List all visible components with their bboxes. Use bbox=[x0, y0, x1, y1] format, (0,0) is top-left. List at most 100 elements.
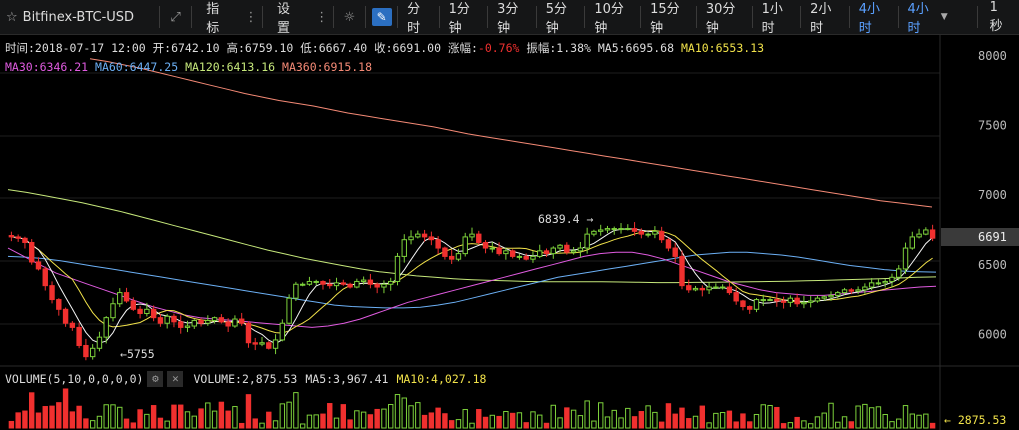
symbol-selector[interactable]: ☆ Bitfinex-BTC-USD bbox=[0, 0, 157, 34]
candle-body bbox=[29, 241, 35, 263]
more-icon[interactable]: ⋮ bbox=[242, 0, 260, 34]
toolbar-separator bbox=[751, 6, 753, 28]
candle-body bbox=[178, 321, 184, 328]
candle-body bbox=[747, 306, 753, 310]
candle-body bbox=[286, 297, 292, 324]
volume-bar bbox=[496, 415, 502, 429]
interval-tab[interactable]: 3分钟 bbox=[490, 0, 534, 36]
interval-tab[interactable]: 5分钟 bbox=[539, 0, 583, 36]
candle-body bbox=[875, 282, 882, 285]
interval-tab[interactable]: 分时 bbox=[400, 0, 437, 36]
candle-body bbox=[577, 247, 584, 252]
indicators-button[interactable]: 指标 bbox=[194, 0, 242, 36]
interval-tab[interactable]: 30分钟 bbox=[699, 0, 750, 36]
candle-body bbox=[205, 319, 211, 324]
candle-body bbox=[543, 250, 550, 255]
candle-body bbox=[381, 283, 387, 288]
close-icon[interactable]: ✕ bbox=[167, 371, 184, 387]
candle-body bbox=[923, 229, 929, 235]
interval-dropdown[interactable]: 4小时 ▼ bbox=[900, 0, 954, 36]
interval-tab[interactable]: 10分钟 bbox=[587, 0, 638, 36]
candle-body bbox=[611, 228, 617, 231]
candle-body bbox=[360, 279, 367, 282]
fullscreen-icon[interactable]: ⤢ bbox=[162, 0, 189, 34]
info-high: 高:6759.10 bbox=[226, 41, 294, 55]
volume-bar bbox=[29, 392, 35, 429]
volume-bar bbox=[415, 402, 421, 429]
candle-body bbox=[171, 315, 177, 323]
price-tick-label: 6000 bbox=[978, 327, 1007, 341]
refresh-rate-button[interactable]: 1秒 bbox=[980, 0, 1019, 34]
candle-body bbox=[56, 299, 62, 310]
interval-tab[interactable]: 1分钟 bbox=[442, 0, 486, 36]
info-close: 收:6691.00 bbox=[374, 41, 442, 55]
ma10-line bbox=[11, 230, 933, 334]
toolbar-separator bbox=[487, 6, 489, 28]
volume-bar bbox=[875, 406, 882, 429]
volume-bar bbox=[665, 403, 672, 429]
candle-body bbox=[299, 283, 306, 286]
volume-bar bbox=[774, 406, 780, 429]
volume-info-line: VOLUME(5,10,0,0,0,0) ⚙ ✕ VOLUME:2,875.53… bbox=[5, 371, 486, 387]
candle-body bbox=[110, 303, 116, 319]
candle-body bbox=[489, 247, 496, 250]
toolbar-separator bbox=[800, 6, 802, 28]
volume-bar bbox=[42, 406, 48, 429]
candle-body bbox=[313, 280, 319, 283]
volume-bar bbox=[69, 411, 76, 429]
info-time: 时间:2018-07-17 12:00 bbox=[5, 41, 146, 55]
volume-bar bbox=[367, 414, 374, 429]
volume-bar bbox=[645, 405, 651, 429]
volume-bar bbox=[211, 410, 218, 429]
settings-button[interactable]: 设置 bbox=[265, 0, 313, 36]
volume-bar bbox=[543, 422, 550, 429]
candle-body bbox=[753, 299, 760, 310]
candle-body bbox=[89, 347, 96, 358]
volume-bar bbox=[679, 407, 685, 429]
candle-body bbox=[347, 283, 353, 288]
interval-tab[interactable]: 2小时 bbox=[803, 0, 847, 36]
interval-tab[interactable]: 1小时 bbox=[755, 0, 799, 36]
volume-bar bbox=[597, 402, 604, 429]
min-price-value: 5755 bbox=[127, 347, 155, 361]
candle-body bbox=[713, 286, 719, 289]
volume-bar bbox=[299, 423, 306, 429]
info-ma5: MA5:6695.68 bbox=[597, 41, 675, 55]
candle-body bbox=[835, 292, 841, 296]
volume-bar bbox=[238, 422, 245, 429]
interval-dropdown-label: 4小时 bbox=[907, 2, 929, 36]
volume-bar bbox=[537, 414, 543, 429]
volume-bar bbox=[489, 414, 496, 429]
min-price-annotation: ←5755 bbox=[120, 347, 155, 361]
draw-tool-button[interactable]: ✎ bbox=[368, 0, 395, 34]
gear-icon[interactable]: ⚙ bbox=[147, 371, 164, 387]
candle-body bbox=[259, 342, 265, 345]
volume-bar bbox=[523, 422, 529, 429]
volume-bar bbox=[110, 404, 116, 429]
volume-bar bbox=[469, 422, 475, 429]
star-icon[interactable]: ☆ bbox=[6, 10, 18, 25]
candle-body bbox=[218, 317, 225, 323]
toolbar-separator bbox=[584, 6, 586, 28]
toolbar-separator bbox=[695, 6, 697, 28]
volume-bar bbox=[902, 405, 909, 429]
candle-body bbox=[435, 239, 441, 249]
info-ma10: MA10:6553.13 bbox=[680, 41, 765, 55]
candle-body bbox=[801, 301, 807, 305]
candle-body bbox=[150, 308, 157, 319]
candle-body bbox=[198, 319, 204, 324]
volume-bars bbox=[8, 388, 936, 429]
interval-tab[interactable]: 4小时 bbox=[852, 0, 896, 36]
candle-body bbox=[760, 299, 766, 302]
candle-body bbox=[293, 283, 299, 299]
volume-bar bbox=[672, 413, 678, 429]
candle-body bbox=[354, 280, 360, 288]
more-icon[interactable]: ⋮ bbox=[313, 0, 331, 34]
candle-body bbox=[157, 317, 164, 324]
interval-tab[interactable]: 15分钟 bbox=[643, 0, 694, 36]
candle-body bbox=[333, 282, 340, 287]
candle-body bbox=[509, 250, 516, 257]
brightness-icon[interactable]: ☼ bbox=[336, 0, 363, 34]
candle-body bbox=[658, 230, 665, 241]
volume-bar bbox=[293, 392, 299, 429]
